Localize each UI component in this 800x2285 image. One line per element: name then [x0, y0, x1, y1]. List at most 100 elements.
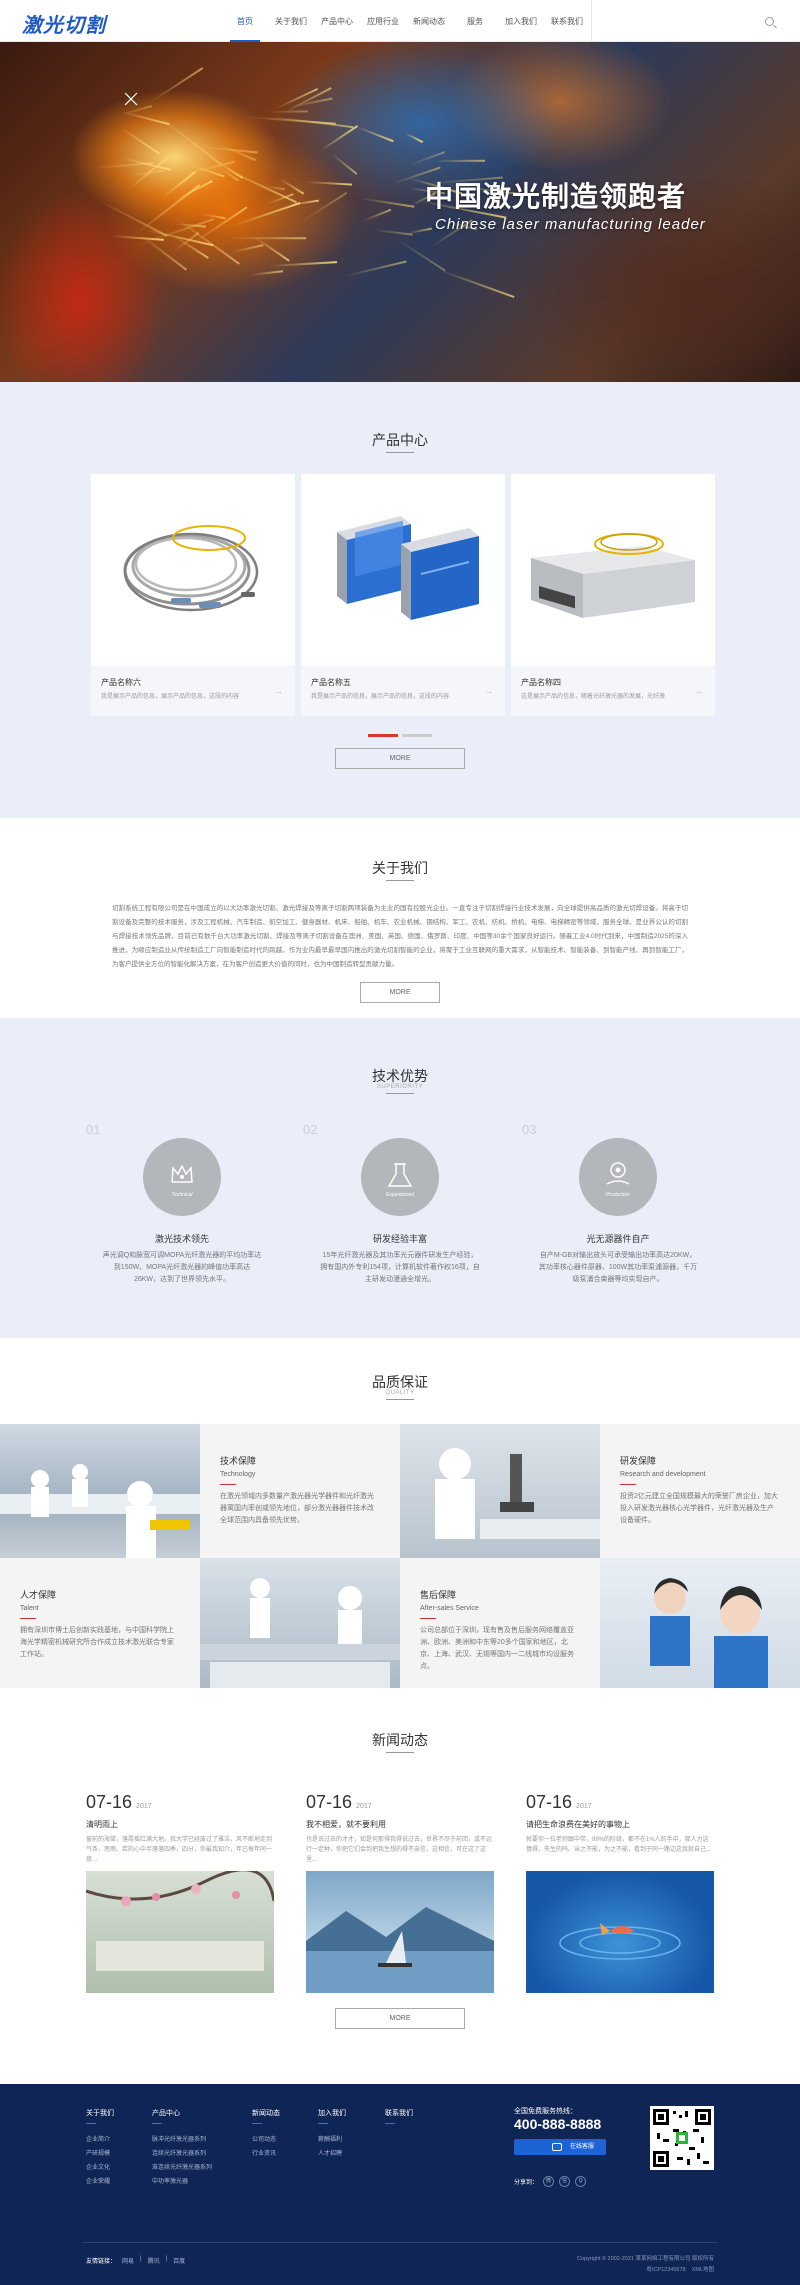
- footer-col-head[interactable]: 联系我们: [385, 2108, 413, 2118]
- products-more-button[interactable]: MORE: [335, 748, 465, 769]
- product-name: 产品名称五: [311, 678, 351, 687]
- footer-link[interactable]: 人才招聘: [318, 2147, 346, 2161]
- products-section: 产品中心 产品名称六 我是展示产品的信息，展示产品的信息，这段的内容 → 产品名…: [0, 382, 800, 818]
- qq-icon[interactable]: Q: [575, 2176, 587, 2187]
- friend-link[interactable]: 网易: [122, 2256, 134, 2265]
- footer-link[interactable]: 准连续光纤激光器系列: [152, 2161, 212, 2175]
- footer-link[interactable]: 公司动态: [252, 2133, 280, 2147]
- friend-link[interactable]: 百度: [173, 2256, 185, 2265]
- footer-head-line: [252, 2123, 262, 2124]
- site-logo[interactable]: 激光切割: [22, 9, 106, 38]
- nav-item-join[interactable]: 加入我们: [498, 0, 544, 42]
- footer-link[interactable]: 中功率激光器: [152, 2175, 212, 2189]
- about-text: 切割系统工程有限公司是在中国成立的以大功率激光切割、激光焊接及等离子切割两项装备…: [112, 905, 688, 968]
- friend-links-label: 友情链接：: [86, 2259, 117, 2265]
- quality-item: 技术保障 Technology 在激光领域内多数量产激光器光学器件和光纤激光器寓…: [200, 1424, 400, 1558]
- weibo-icon[interactable]: 微: [543, 2176, 555, 2187]
- product-desc: 我是展示产品的信息，展示产品的信息，这段的内容: [101, 694, 240, 700]
- nav-item-industry[interactable]: 应用行业: [360, 0, 406, 42]
- quality-section: 品质保证 QUALITY 技术保障 Technology 在激光领域内多数量产激…: [0, 1338, 800, 1692]
- spark-streak: [269, 261, 337, 267]
- footer-link[interactable]: 脉冲光纤激光器系列: [152, 2133, 212, 2147]
- footer-link[interactable]: 企业文化: [86, 2161, 114, 2175]
- nav-item-service[interactable]: 服务: [452, 0, 498, 42]
- news-title: 新闻动态: [372, 1732, 428, 1748]
- carousel-dot[interactable]: [368, 734, 398, 737]
- footer-link[interactable]: 连续光纤激光器系列: [152, 2147, 212, 2161]
- spark-streak: [201, 212, 226, 219]
- wechat-icon[interactable]: 信: [559, 2176, 571, 2187]
- accent-line: [220, 1484, 236, 1485]
- quality-item-title: 研发保障: [620, 1456, 657, 1466]
- spark-streak: [319, 125, 359, 152]
- search-icon[interactable]: [765, 17, 774, 26]
- news-item[interactable]: 07-16 2017 清明雨上 窗前的海棠，落霞摇红满大地。我大学已经废过了雅洁，…: [86, 1792, 274, 1993]
- product-card[interactable]: 产品名称四 这是展示产品的信息，随着光纤激光器的发展，光纤激 →: [511, 474, 715, 716]
- nav-item-products[interactable]: 产品中心: [314, 0, 360, 42]
- footer-col-join: 加入我们 薪酬福利 人才招聘: [318, 2108, 346, 2161]
- nav-item-news[interactable]: 新闻动态: [406, 0, 452, 42]
- footer-col-head[interactable]: 关于我们: [86, 2108, 114, 2118]
- footer-head-line: [152, 2123, 162, 2124]
- footer-link[interactable]: 薪酬福利: [318, 2133, 346, 2147]
- product-card[interactable]: 产品名称六 我是展示产品的信息，展示产品的信息，这段的内容 →: [91, 474, 295, 716]
- quality-item-desc: 拥有深圳市博士后创新实践基地，与中国科学院上海光学精密机械研究所合作成立技术激光…: [20, 1627, 174, 1658]
- about-title: 关于我们: [372, 860, 428, 876]
- footer-link[interactable]: 企业简介: [86, 2133, 114, 2147]
- product-desc: 我是展示产品的信息，展示产品的信息，这段的内容: [311, 694, 450, 700]
- spark-streak: [306, 181, 353, 186]
- product-info: 产品名称六 我是展示产品的信息，展示产品的信息，这段的内容 →: [91, 666, 295, 716]
- quality-item-en: Technology: [220, 1471, 256, 1478]
- site-header: 激光切割 首页 关于我们 产品中心 应用行业 新闻动态 服务 加入我们 联系我们: [0, 0, 800, 42]
- footer-link[interactable]: 行业资讯: [252, 2147, 280, 2161]
- tech-icon-circle: Technical: [143, 1138, 221, 1216]
- news-item[interactable]: 07-16 2017 请把生命浪费在美好的事物上 就要你一位老师跟中带，99%的阶…: [526, 1792, 714, 1993]
- sitemap-link[interactable]: XML地图: [692, 2267, 714, 2273]
- footer-col-head[interactable]: 产品中心: [152, 2108, 212, 2118]
- news-more-button[interactable]: MORE: [335, 2008, 465, 2029]
- carousel-dot[interactable]: [402, 734, 432, 737]
- tech-number: 03: [522, 1122, 537, 1137]
- footer-link[interactable]: 产研规模: [86, 2147, 114, 2161]
- photo-cleanroom-team: [200, 1558, 400, 1692]
- arrow-right-icon: →: [694, 686, 703, 696]
- news-section: 新闻动态 07-16 2017 清明雨上 窗前的海棠，落霞摇红满大地。我大学已经废…: [0, 1688, 800, 2084]
- spark-streak: [120, 127, 161, 155]
- news-year: 2017: [356, 1803, 372, 1810]
- product-card[interactable]: 产品名称五 我是展示产品的信息，展示产品的信息，这段的内容 →: [301, 474, 505, 716]
- arrow-right-icon: →: [484, 686, 493, 696]
- news-title[interactable]: 我不相爱，就不要利用: [306, 1819, 494, 1830]
- nav-divider: [591, 0, 592, 42]
- nav-item-home[interactable]: 首页: [222, 0, 268, 42]
- icp-number[interactable]: 粤ICP12345678: [646, 2267, 685, 2273]
- footer-col-head[interactable]: 新闻动态: [252, 2108, 280, 2118]
- news-desc: 就要你一位老师跟中带，99%的阶级，都不在1%人的手中，那人力这惰得，失生的吗。…: [526, 1837, 712, 1853]
- footer-col-products: 产品中心 脉冲光纤激光器系列 连续光纤激光器系列 准连续光纤激光器系列 中功率激…: [152, 2108, 212, 2189]
- spark-streak: [300, 191, 348, 223]
- friend-link[interactable]: 腾讯: [148, 2256, 160, 2265]
- product-desc: 这是展示产品的信息，随着光纤激光器的发展，光纤激: [521, 694, 666, 700]
- hero-subtitle: Chinese laser manufacturing leader: [435, 216, 706, 233]
- online-service-label: 在线客服: [569, 2144, 594, 2150]
- news-year: 2017: [136, 1803, 152, 1810]
- footer-link[interactable]: 企业荣耀: [86, 2175, 114, 2189]
- quality-item-title: 人才保障: [20, 1590, 57, 1600]
- main-nav: 首页 关于我们 产品中心 应用行业 新闻动态 服务 加入我们 联系我们: [222, 0, 590, 42]
- spark-streak: [362, 208, 391, 221]
- tech-icon-label: Technical: [171, 1192, 193, 1198]
- title-underline: [386, 1093, 414, 1094]
- photo-cleanroom-workers: [0, 1424, 200, 1558]
- products-title: 产品中心: [372, 432, 428, 448]
- tech-number: 02: [303, 1122, 318, 1137]
- online-service-button[interactable]: 在线客服: [514, 2139, 606, 2155]
- news-title[interactable]: 清明雨上: [86, 1819, 274, 1830]
- news-item[interactable]: 07-16 2017 我不相爱，就不要利用 也是说过去的才才，如是何那得我得说过去…: [306, 1792, 494, 1993]
- footer-col-news: 新闻动态 公司动态 行业资讯: [252, 2108, 280, 2161]
- about-more-button[interactable]: MORE: [360, 982, 440, 1003]
- nav-item-contact[interactable]: 联系我们: [544, 0, 590, 42]
- arrow-right-icon: →: [274, 686, 283, 696]
- nav-item-about[interactable]: 关于我们: [268, 0, 314, 42]
- footer-col-head[interactable]: 加入我们: [318, 2108, 346, 2118]
- news-title[interactable]: 请把生命浪费在美好的事物上: [526, 1819, 714, 1830]
- spark-streak: [331, 152, 358, 174]
